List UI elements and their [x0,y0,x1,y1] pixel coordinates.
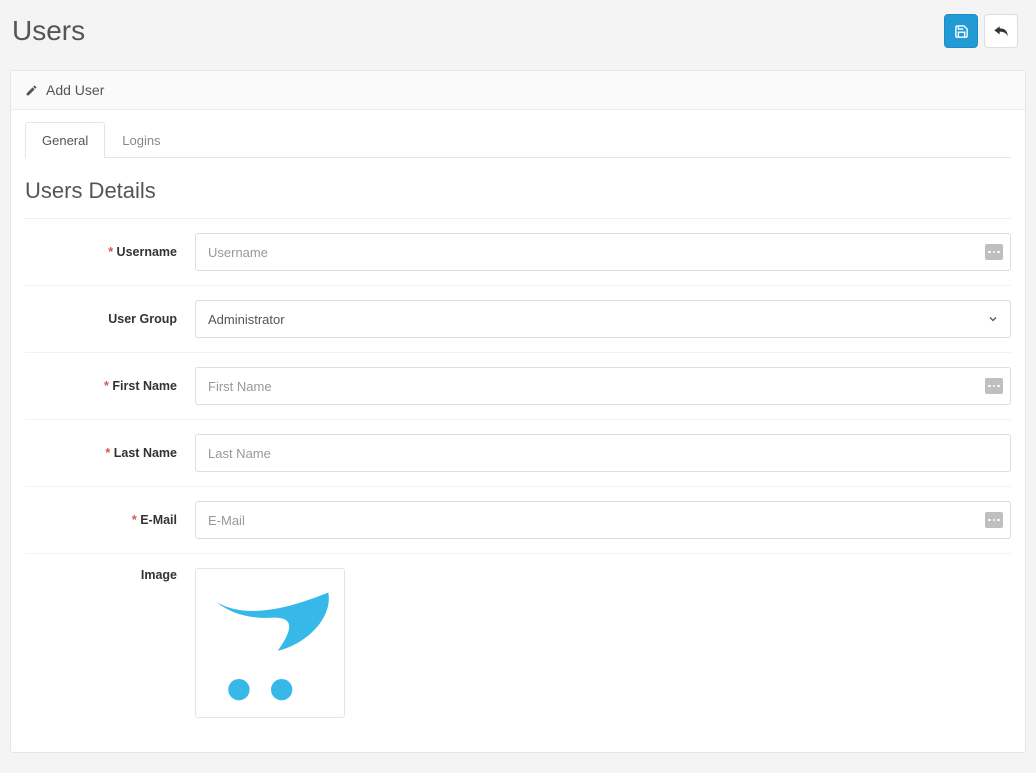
back-button[interactable] [984,14,1018,48]
label-first-name: First Name [25,379,195,393]
label-last-name: Last Name [25,446,195,460]
password-manager-icon[interactable] [985,512,1003,528]
label-username: Username [25,245,195,259]
section-title: Users Details [25,172,1011,219]
username-input[interactable] [195,233,1011,271]
row-first-name: First Name [25,353,1011,420]
password-manager-icon[interactable] [985,378,1003,394]
nav-tabs: General Logins [25,122,1011,158]
panel-heading: Add User [11,71,1025,110]
row-username: Username [25,219,1011,286]
last-name-input[interactable] [195,434,1011,472]
reply-arrow-icon [993,24,1009,38]
header-actions [944,14,1018,48]
email-input[interactable] [195,501,1011,539]
label-image: Image [25,568,195,582]
label-email: E-Mail [25,513,195,527]
cart-logo-icon [202,573,338,713]
image-picker[interactable] [195,568,345,718]
row-image: Image [25,554,1011,732]
page-title: Users [12,15,85,47]
form-panel: Add User General Logins Users Details Us… [10,70,1026,753]
row-email: E-Mail [25,487,1011,554]
save-icon [954,24,969,39]
pencil-icon [25,84,38,97]
row-last-name: Last Name [25,420,1011,487]
password-manager-icon[interactable] [985,244,1003,260]
user-group-select[interactable]: Administrator [195,300,1011,338]
first-name-input[interactable] [195,367,1011,405]
row-user-group: User Group Administrator [25,286,1011,353]
tab-general[interactable]: General [25,122,105,158]
tab-logins[interactable]: Logins [105,122,177,158]
panel-heading-title: Add User [46,82,104,98]
save-button[interactable] [944,14,978,48]
label-user-group: User Group [25,312,195,326]
